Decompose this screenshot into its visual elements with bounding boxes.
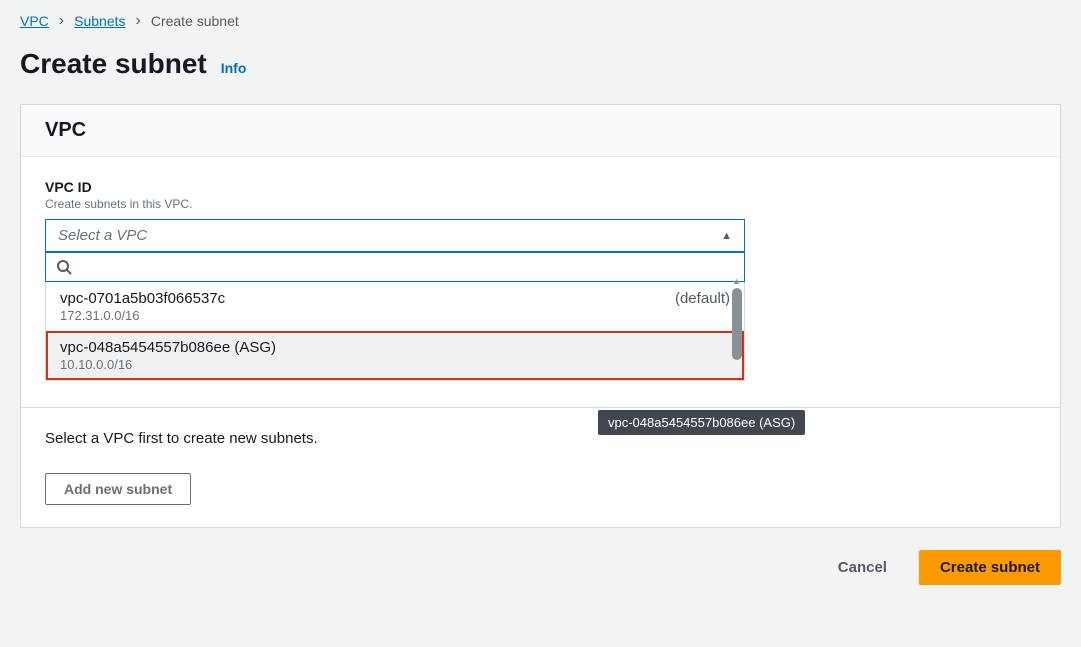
info-link[interactable]: Info <box>221 60 247 76</box>
vpc-option-asg[interactable]: vpc-048a5454557b086ee (ASG) 10.10.0.0/16 <box>46 331 744 380</box>
vpc-option-cidr: 10.10.0.0/16 <box>60 357 276 372</box>
page-header: Create subnet Info <box>20 48 1061 80</box>
footer-actions: Cancel Create subnet <box>20 528 1061 607</box>
vpc-option-id: vpc-048a5454557b086ee (ASG) <box>60 339 276 356</box>
breadcrumb: VPC › Subnets › Create subnet <box>20 0 1061 48</box>
page-title: Create subnet <box>20 48 207 80</box>
subnet-section: Select a VPC first to create new subnets… <box>20 408 1061 528</box>
create-subnet-button[interactable]: Create subnet <box>919 550 1061 585</box>
chevron-right-icon: › <box>136 12 141 30</box>
add-new-subnet-button[interactable]: Add new subnet <box>45 473 191 505</box>
select-vpc-first-message: Select a VPC first to create new subnets… <box>45 430 1036 447</box>
vpc-panel-title: VPC <box>45 119 1036 142</box>
vpc-id-label: VPC ID <box>45 179 1036 195</box>
cancel-button[interactable]: Cancel <box>820 550 905 585</box>
breadcrumb-vpc[interactable]: VPC <box>20 13 49 29</box>
tooltip: vpc-048a5454557b086ee (ASG) <box>598 410 805 435</box>
vpc-option-default[interactable]: vpc-0701a5b03f066537c 172.31.0.0/16 (def… <box>46 282 744 331</box>
vpc-select[interactable]: Select a VPC ▲ <box>45 219 745 252</box>
vpc-panel-header: VPC <box>21 105 1060 157</box>
vpc-option-cidr: 172.31.0.0/16 <box>60 308 225 323</box>
scrollbar-thumb[interactable] <box>732 288 742 360</box>
vpc-panel: VPC VPC ID Create subnets in this VPC. S… <box>20 104 1061 408</box>
vpc-id-desc: Create subnets in this VPC. <box>45 197 1036 211</box>
vpc-select-placeholder: Select a VPC <box>58 227 147 244</box>
vpc-option-id: vpc-0701a5b03f066537c <box>60 290 225 307</box>
vpc-search-input[interactable] <box>80 259 734 275</box>
vpc-option-tag: (default) <box>675 290 730 307</box>
chevron-right-icon: › <box>59 12 64 30</box>
search-icon <box>56 259 72 275</box>
breadcrumb-current: Create subnet <box>151 13 239 29</box>
vpc-dropdown: ▲ vpc-0701a5b03f066537c 172.31.0.0/16 (d… <box>45 252 745 381</box>
breadcrumb-subnets[interactable]: Subnets <box>74 13 125 29</box>
vpc-search-box[interactable] <box>45 252 745 282</box>
scroll-up-icon: ▲ <box>732 276 741 286</box>
caret-up-icon: ▲ <box>721 230 732 242</box>
vpc-options-list: ▲ vpc-0701a5b03f066537c 172.31.0.0/16 (d… <box>45 282 745 381</box>
